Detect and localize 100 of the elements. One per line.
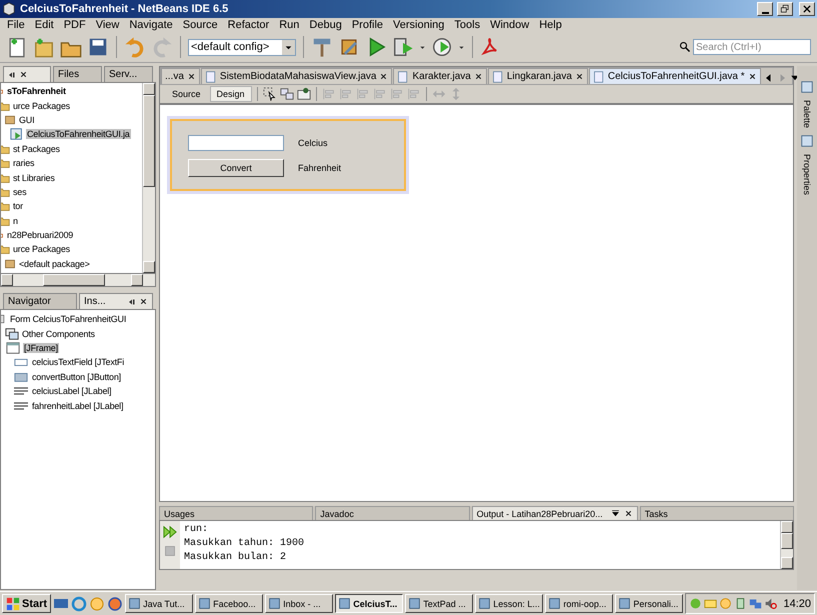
rerun-icon[interactable] — [163, 525, 177, 539]
close-icon[interactable] — [574, 72, 584, 81]
tree-item[interactable]: celciusTextField [JTextFi — [31, 357, 126, 368]
taskbar-button[interactable]: TextPad ... — [405, 594, 474, 613]
start-button[interactable]: Start — [2, 594, 52, 613]
tree-item[interactable]: celciusLabel [JLabel] — [31, 386, 112, 396]
menu-item[interactable]: Source — [178, 19, 223, 31]
caret-icon[interactable] — [458, 44, 465, 50]
tree-item[interactable]: n — [12, 216, 19, 226]
dropdown-icon[interactable] — [610, 509, 620, 518]
taskbar-button[interactable]: Personali... — [615, 594, 684, 613]
profile-icon[interactable] — [431, 36, 453, 58]
tree-item[interactable]: sToFahrenheit — [6, 86, 67, 96]
menu-item[interactable]: Refactor — [222, 19, 274, 31]
hammer-icon[interactable] — [311, 36, 333, 58]
close-icon[interactable] — [379, 72, 388, 81]
menu-item[interactable]: PDF — [58, 19, 91, 31]
close-button[interactable] — [799, 2, 815, 16]
output-tab[interactable]: Output - Latihan28Pebruari20... — [472, 506, 638, 520]
search-icon[interactable] — [679, 41, 691, 53]
editor-tab[interactable]: Lingkaran.java — [488, 68, 588, 84]
tree-item[interactable]: [JFrame] — [23, 342, 59, 353]
minimize-button[interactable] — [757, 2, 773, 16]
menu-item[interactable]: Help — [534, 19, 567, 31]
globe-icon[interactable] — [107, 596, 124, 612]
config-dropdown[interactable]: <default config> — [188, 38, 296, 56]
tree-item[interactable]: st Libraries — [12, 172, 56, 183]
side-tab[interactable]: Palette — [802, 100, 812, 128]
editor-tab[interactable]: SistemBiodataMahasiswaView.java — [200, 68, 392, 84]
panel-tab[interactable]: Ins... — [79, 293, 153, 309]
editor-tab[interactable]: Karakter.java — [393, 68, 487, 84]
view-toggle[interactable]: Source — [166, 87, 207, 101]
menu-item[interactable]: Edit — [30, 19, 59, 31]
taskbar-button[interactable]: Inbox - ... — [265, 594, 334, 613]
menu-item[interactable]: Profile — [346, 19, 388, 31]
tree-item[interactable]: ses — [12, 186, 28, 197]
preview-icon[interactable] — [296, 87, 311, 101]
tree-item[interactable]: convertButton [JButton] — [31, 372, 122, 382]
browser-icon[interactable] — [71, 596, 88, 612]
panel-tab[interactable] — [3, 66, 51, 82]
panel-tab[interactable]: Navigator — [3, 293, 77, 309]
muted-speaker-icon[interactable] — [764, 597, 778, 610]
envelope-icon[interactable] — [704, 597, 718, 610]
caret-icon[interactable] — [419, 44, 426, 50]
scrollbar[interactable] — [0, 274, 156, 287]
scrollbar[interactable] — [780, 521, 793, 569]
menu-item[interactable]: View — [90, 19, 124, 31]
tree-item[interactable]: n28Pebruari2009 — [6, 230, 74, 240]
save-icon[interactable] — [87, 36, 109, 58]
tree-item[interactable]: st Packages — [12, 144, 61, 154]
menu-item[interactable]: Window — [485, 19, 534, 31]
menu-item[interactable]: Debug — [304, 19, 347, 31]
close-icon[interactable] — [186, 72, 196, 81]
close-icon[interactable] — [748, 72, 757, 81]
minimize-icon — [762, 12, 768, 14]
tree-item[interactable]: fahrenheitLabel [JLabel] — [31, 400, 124, 411]
view-toggle[interactable]: Design — [210, 86, 252, 102]
tree-item[interactable]: tor — [12, 201, 24, 212]
panel-tab[interactable]: Files — [53, 66, 102, 82]
connection-mode-icon[interactable] — [280, 87, 294, 101]
taskbar-button[interactable]: Lesson: L... — [475, 594, 544, 613]
tree-item[interactable]: <default package> — [18, 258, 91, 269]
java-file-icon — [492, 70, 504, 82]
selection-mode-icon[interactable] — [262, 87, 277, 101]
package-icon — [4, 258, 16, 270]
tree-item[interactable]: GUI — [18, 114, 36, 125]
taskbar-button[interactable]: Java Tut... — [125, 594, 194, 613]
close-icon[interactable] — [19, 70, 28, 79]
menu-item[interactable]: File — [2, 19, 30, 31]
taskbar-button[interactable]: CelciusT... — [335, 594, 404, 613]
tree-item[interactable]: Form CelciusToFahrenheitGUI — [9, 314, 128, 324]
menu-item[interactable]: Versioning — [388, 19, 450, 31]
menu-item[interactable]: Tools — [449, 19, 486, 31]
close-icon[interactable] — [139, 297, 148, 306]
minimize-window-icon[interactable] — [128, 298, 136, 306]
tree-item[interactable]: urce Packages — [12, 244, 71, 254]
minimize-window-icon[interactable] — [8, 70, 16, 78]
tree-item[interactable]: CelciusToFahrenheitGUI.ja — [26, 129, 131, 140]
menu-item[interactable]: Navigate — [124, 19, 178, 31]
debug-icon[interactable] — [392, 36, 414, 58]
taskbar-button[interactable]: romi-oop... — [545, 594, 614, 613]
editor-tab[interactable]: ...va — [161, 68, 200, 84]
text-field[interactable] — [188, 135, 284, 151]
tree-item[interactable]: urce Packages — [12, 100, 71, 111]
convert-button[interactable]: Convert — [188, 159, 284, 177]
menu-item[interactable]: Run — [274, 19, 304, 31]
output-line: Masukkan tahun: 1900 — [184, 537, 306, 551]
network-icon[interactable] — [749, 597, 762, 610]
java-file-icon — [592, 70, 605, 82]
restore-button[interactable] — [777, 2, 793, 16]
taskbar-button[interactable]: Faceboo... — [195, 594, 264, 613]
close-icon[interactable] — [624, 509, 633, 518]
panel-tab[interactable]: Serv... — [104, 66, 153, 82]
editor-tab[interactable]: CelciusToFahrenheitGUI.java * — [588, 68, 761, 84]
side-tab[interactable]: Properties — [802, 154, 812, 196]
search-field[interactable]: Search (Ctrl+I) — [693, 39, 811, 55]
tree-item[interactable]: Other Components — [21, 328, 96, 339]
tree-item[interactable]: raries — [12, 158, 36, 168]
close-icon[interactable] — [474, 72, 483, 81]
scrollbar[interactable] — [142, 83, 155, 273]
